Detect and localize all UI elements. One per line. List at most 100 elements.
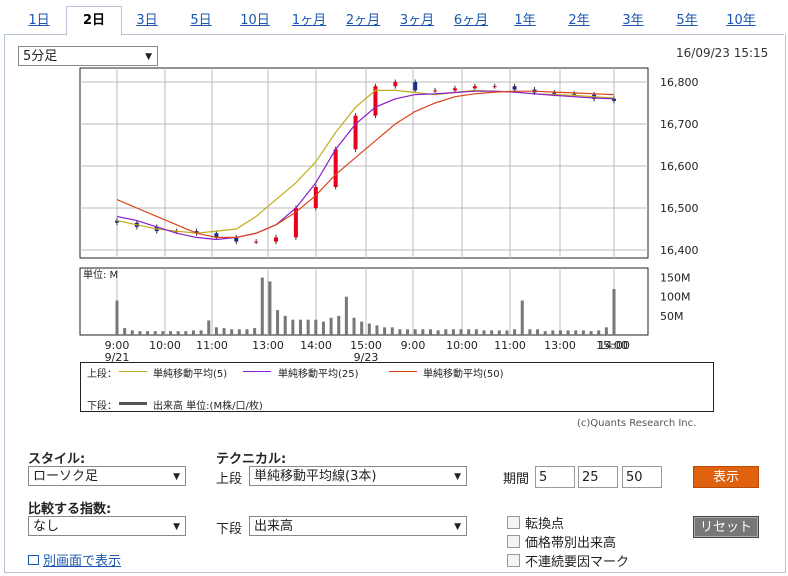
style-label: スタイル: xyxy=(28,452,86,467)
tab-13[interactable]: 5年 xyxy=(660,8,714,34)
popup-icon xyxy=(28,555,39,565)
x-tick-label: 13:00 xyxy=(252,339,284,352)
x-tick-label: 14:00 xyxy=(300,339,332,352)
volume-bar xyxy=(153,331,157,335)
volume-bar xyxy=(581,330,585,335)
tab-8[interactable]: 3ヶ月 xyxy=(390,8,444,34)
lower-technical-value: 出来高 xyxy=(254,519,294,534)
volume-bar xyxy=(214,327,218,335)
tab-4[interactable]: 5日 xyxy=(174,8,228,34)
legend-ma25-swatch xyxy=(243,371,271,372)
reset-button[interactable]: リセット xyxy=(693,516,759,538)
volume-bar xyxy=(207,320,211,335)
volume-bar xyxy=(146,331,150,335)
candle-body xyxy=(572,93,577,95)
candle-body xyxy=(254,241,259,243)
checkbox-volume-by-price[interactable]: 価格帯別出来高 xyxy=(507,535,616,552)
technical-label: テクニカル: xyxy=(216,452,287,467)
legend-ma5: 単純移動平均(5) xyxy=(153,369,228,380)
volume-bar xyxy=(375,325,379,335)
candle-body xyxy=(313,187,318,208)
price-tick-label: 16,500 xyxy=(660,202,699,215)
volume-bar xyxy=(268,281,272,335)
popup-link[interactable]: 別画面で表示 xyxy=(28,550,121,569)
volume-bar xyxy=(467,329,471,335)
volume-bar xyxy=(589,331,593,335)
style-select[interactable]: ローソク足 ▼ xyxy=(28,466,186,486)
volume-bar xyxy=(444,329,448,335)
volume-bar xyxy=(566,330,570,335)
price-tick-label: 16,400 xyxy=(660,244,699,257)
tab-5[interactable]: 10日 xyxy=(228,8,282,34)
x-tick-label: 13:00 xyxy=(544,339,576,352)
tab-3[interactable]: 3日 xyxy=(120,8,174,34)
credit: (c)Quants Research Inc. xyxy=(577,418,697,429)
volume-bar xyxy=(130,330,134,335)
volume-bar xyxy=(597,330,601,335)
volume-bar xyxy=(123,328,127,335)
candle-body xyxy=(472,86,477,89)
checkbox-turning-point-label: 転換点 xyxy=(525,517,565,532)
timestamp: 16/09/23 15:15 xyxy=(676,46,769,60)
checkbox-icon xyxy=(507,516,520,529)
show-button[interactable]: 表示 xyxy=(693,466,759,488)
volume-bar xyxy=(184,331,188,335)
upper-technical-select[interactable]: 単純移動平均線(3本) ▼ xyxy=(249,466,467,486)
volume-bar xyxy=(161,331,165,335)
x-axis: 9:00 10:00 11:00 13:00 14:00 15:00 9:00 10:00 11… xyxy=(105,339,630,364)
period-input-2[interactable]: 25 xyxy=(578,466,618,488)
volume-bar xyxy=(329,317,333,335)
volume-bar xyxy=(321,321,325,335)
lower-label: 下段 xyxy=(216,522,243,537)
upper-technical-value: 単純移動平均線(3本) xyxy=(254,469,377,484)
tab-6[interactable]: 1ヶ月 xyxy=(282,8,336,34)
period-tabs: 1日 2日 3日 5日 10日 1ヶ月 2ヶ月 3ヶ月 6ヶ月 1年 2年 3年 5年 10年 xyxy=(4,6,784,36)
checkbox-discontinuity-mark-label: 不連続要因マーク xyxy=(525,555,630,570)
volume-bar xyxy=(543,331,547,335)
period-input-1[interactable]: 5 xyxy=(535,466,575,488)
checkbox-icon xyxy=(507,554,520,567)
volume-bar xyxy=(474,329,478,335)
volume-bar xyxy=(505,330,509,335)
popup-link-label: 別画面で表示 xyxy=(43,554,122,569)
compare-select[interactable]: なし ▼ xyxy=(28,516,186,536)
volume-bar xyxy=(283,315,287,335)
checkbox-icon xyxy=(507,535,520,548)
volume-bar xyxy=(344,296,348,335)
volume-bar xyxy=(230,329,234,335)
tab-10[interactable]: 1年 xyxy=(498,8,552,34)
volume-bar xyxy=(360,321,364,335)
price-tick-label: 16,700 xyxy=(660,118,699,131)
upper-label: 上段 xyxy=(216,472,243,487)
tab-2[interactable]: 2日 xyxy=(66,6,122,36)
volume-bar xyxy=(612,289,616,335)
tab-7[interactable]: 2ヶ月 xyxy=(336,8,390,34)
x-tick-label: 10:00 xyxy=(149,339,181,352)
volume-bar xyxy=(390,327,394,335)
candle-body xyxy=(353,115,358,150)
legend-ma50-swatch xyxy=(389,371,417,372)
tab-1[interactable]: 1日 xyxy=(12,8,66,34)
tab-11[interactable]: 2年 xyxy=(552,8,606,34)
tab-12[interactable]: 3年 xyxy=(606,8,660,34)
volume-bar xyxy=(314,319,318,335)
volume-bar xyxy=(513,329,517,335)
chevron-down-icon: ▼ xyxy=(454,522,461,532)
period-input-3[interactable]: 50 xyxy=(622,466,662,488)
candle-body xyxy=(393,82,398,87)
checkbox-turning-point[interactable]: 転換点 xyxy=(507,516,564,533)
volume-bar xyxy=(306,319,310,335)
price-tick-label: 16,800 xyxy=(660,76,699,89)
checkbox-discontinuity-mark[interactable]: 不連続要因マーク xyxy=(507,554,629,571)
volume-bar xyxy=(421,329,425,335)
tab-9[interactable]: 6ヶ月 xyxy=(444,8,498,34)
volume-bar xyxy=(367,323,371,335)
lower-technical-select[interactable]: 出来高 ▼ xyxy=(249,516,467,536)
volume-bar xyxy=(191,330,195,335)
volume-bar xyxy=(428,329,432,335)
tab-14[interactable]: 10年 xyxy=(714,8,768,34)
volume-bar xyxy=(253,328,257,335)
volume-bar xyxy=(413,329,417,335)
volume-bar xyxy=(604,327,608,335)
volume-bar xyxy=(337,315,341,335)
